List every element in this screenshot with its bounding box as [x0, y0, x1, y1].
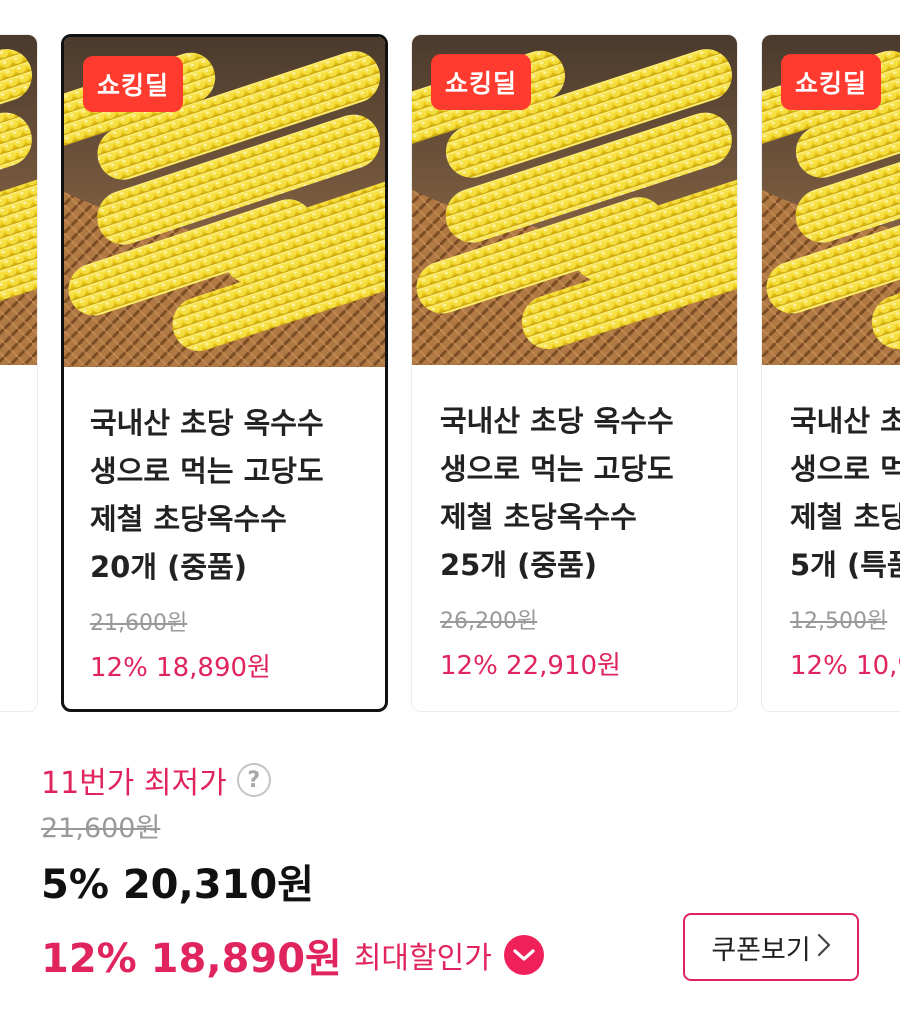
product-card[interactable]: 쇼킹딜 국내산 초당 옥수수 생으로 먹는 고당도 제철 초당옥수수 5개 (특…	[761, 34, 900, 712]
original-price: 26,200원	[440, 609, 538, 634]
product-card[interactable]	[0, 34, 38, 712]
original-price: 21,600원	[41, 813, 161, 844]
sale-price: 12% 18,890원	[90, 653, 271, 683]
original-price: 12,500원	[790, 609, 888, 634]
coupon-view-button[interactable]: 쿠폰보기	[683, 913, 859, 981]
shocking-deal-badge: 쇼킹딜	[431, 54, 532, 110]
max-discount-label: 최대할인가	[353, 941, 492, 976]
sale-price: 12% 10,990원	[790, 651, 900, 681]
product-card[interactable]: 쇼킹딜 국내산 초당 옥수수 생으로 먹는 고당도 제철 초당옥수수 25개 (…	[411, 34, 738, 712]
discount-price: 5% 20,310원	[41, 862, 314, 908]
shocking-deal-badge: 쇼킹딜	[781, 54, 882, 110]
check-circle-icon[interactable]	[503, 935, 544, 975]
product-title[interactable]: 국내산 초당 옥수수 생으로 먹는 고당도 제철 초당옥수수 25개 (중품)	[440, 397, 730, 589]
max-discount-row: 12% 18,890원 최대할인가	[41, 926, 544, 984]
price-summary: 11번가 최저가 ? 21,600원 5% 20,310원 12% 18,890…	[0, 740, 900, 1017]
shocking-deal-badge: 쇼킹딜	[83, 56, 184, 112]
help-icon[interactable]: ?	[236, 763, 271, 797]
original-price: 21,600원	[90, 611, 188, 636]
product-title[interactable]: 국내산 초당 옥수수 생으로 먹는 고당도 제철 초당옥수수 5개 (특품)	[790, 397, 900, 589]
product-carousel: 쇼킹딜 국내산 초당 옥수수 생으로 먹는 고당도 제철 초당옥수수 20개 (…	[0, 0, 900, 725]
coupon-button-label: 쿠폰보기	[711, 934, 811, 966]
product-title[interactable]: 국내산 초당 옥수수 생으로 먹는 고당도 제철 초당옥수수 20개 (중품)	[90, 399, 380, 591]
sale-price: 12% 22,910원	[440, 651, 621, 681]
product-card-selected[interactable]: 쇼킹딜 국내산 초당 옥수수 생으로 먹는 고당도 제철 초당옥수수 20개 (…	[61, 34, 388, 712]
chevron-right-icon	[817, 931, 831, 964]
lowest-price-label: 11번가 최저가	[41, 766, 227, 801]
product-image	[0, 35, 37, 365]
max-discount-price: 12% 18,890원	[41, 936, 342, 982]
lowest-price-row: 11번가 최저가 ?	[41, 758, 271, 802]
